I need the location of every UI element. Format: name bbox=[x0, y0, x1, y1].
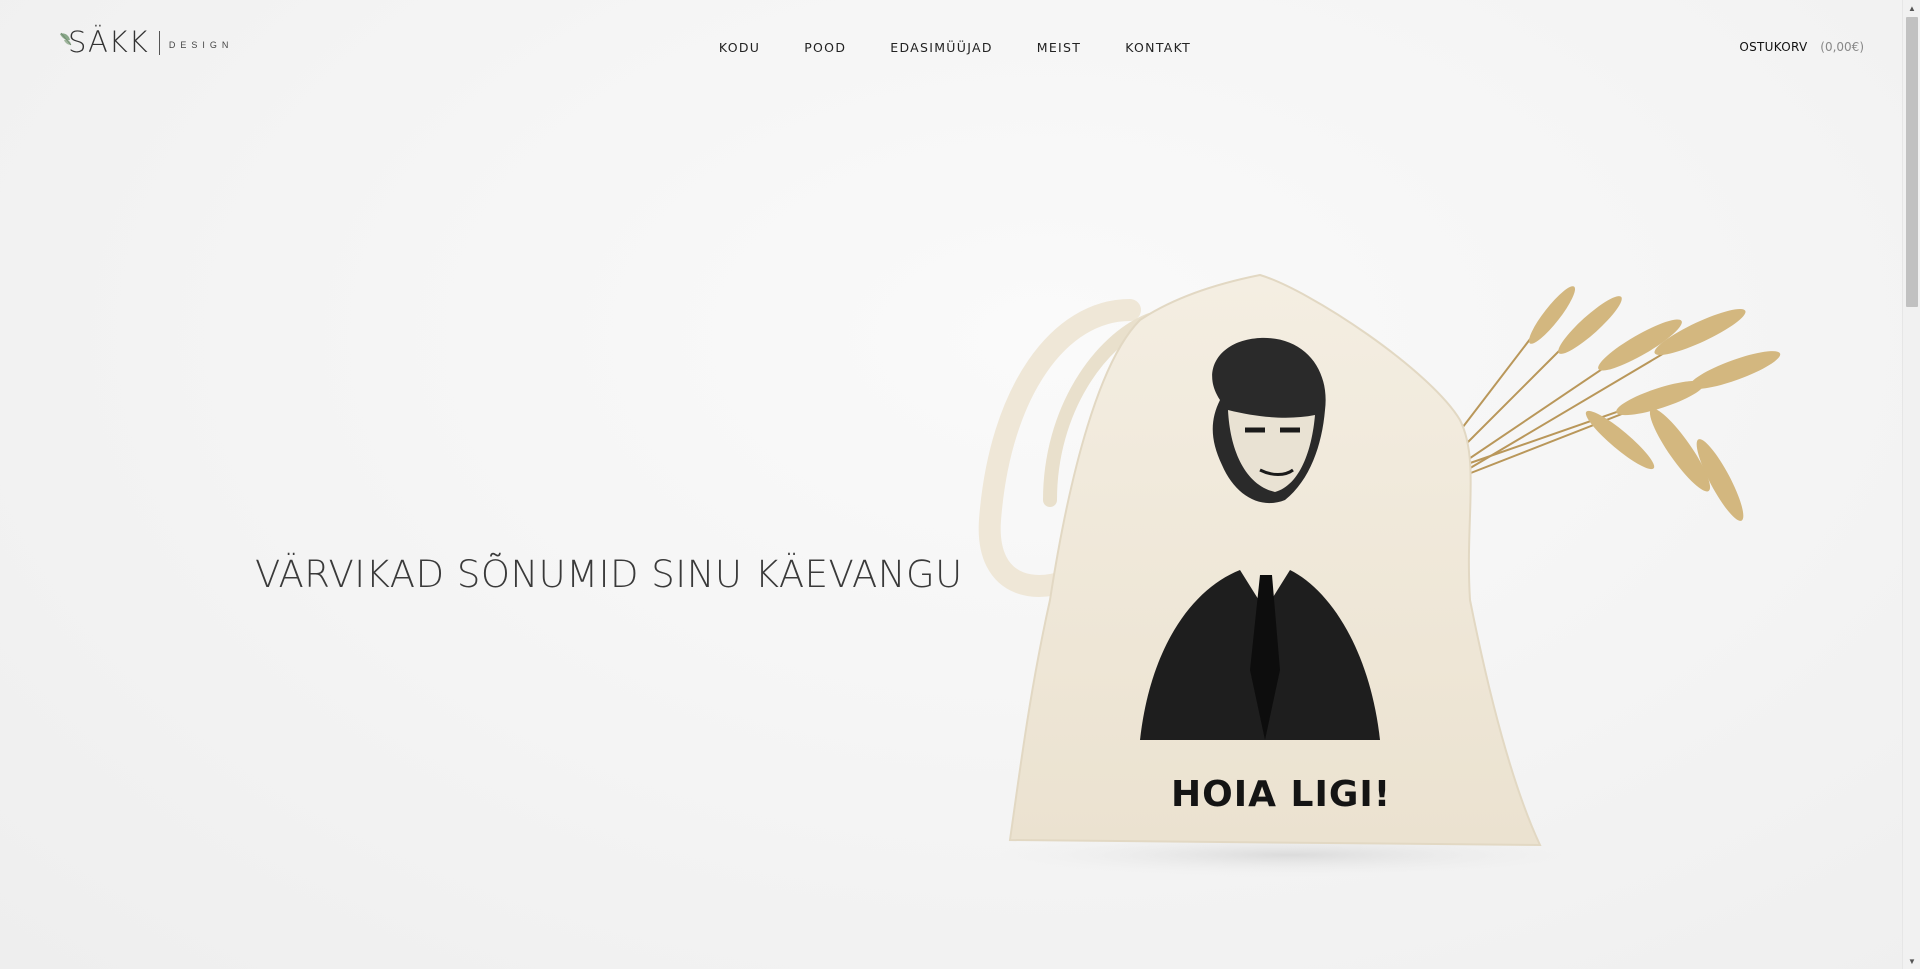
wheat-bundle bbox=[1429, 286, 1781, 521]
scroll-up-icon[interactable]: ▲ bbox=[1903, 0, 1920, 16]
scroll-down-icon[interactable]: ▼ bbox=[1903, 953, 1920, 969]
cart-total: (0,00€) bbox=[1820, 40, 1864, 54]
nav-item-meist[interactable]: MEIST bbox=[1037, 40, 1081, 55]
main-nav: KODU POOD EDASIMÜÜJAD MEIST KONTAKT bbox=[0, 40, 1902, 55]
nav-item-kodu[interactable]: KODU bbox=[719, 40, 760, 55]
nav-item-pood[interactable]: POOD bbox=[804, 40, 846, 55]
cart-link[interactable]: OSTUKORV (0,00€) bbox=[1739, 40, 1864, 54]
hero-product-image: HOIA LIGI! bbox=[960, 270, 1820, 890]
nav-item-kontakt[interactable]: KONTAKT bbox=[1125, 40, 1191, 55]
hero-headline: VÄRVIKAD SÕNUMID SINU KÄEVANGU bbox=[255, 553, 963, 596]
scrollbar-thumb[interactable] bbox=[1906, 17, 1918, 307]
bag-print-text: HOIA LIGI! bbox=[1171, 774, 1392, 815]
nav-item-edasimuujad[interactable]: EDASIMÜÜJAD bbox=[890, 40, 993, 55]
page-scrollbar[interactable]: ▲ ▼ bbox=[1902, 0, 1920, 969]
hero-section: SÄKK DESIGN KODU POOD EDASIMÜÜJAD MEIST … bbox=[0, 0, 1902, 969]
cart-label: OSTUKORV bbox=[1739, 40, 1808, 54]
